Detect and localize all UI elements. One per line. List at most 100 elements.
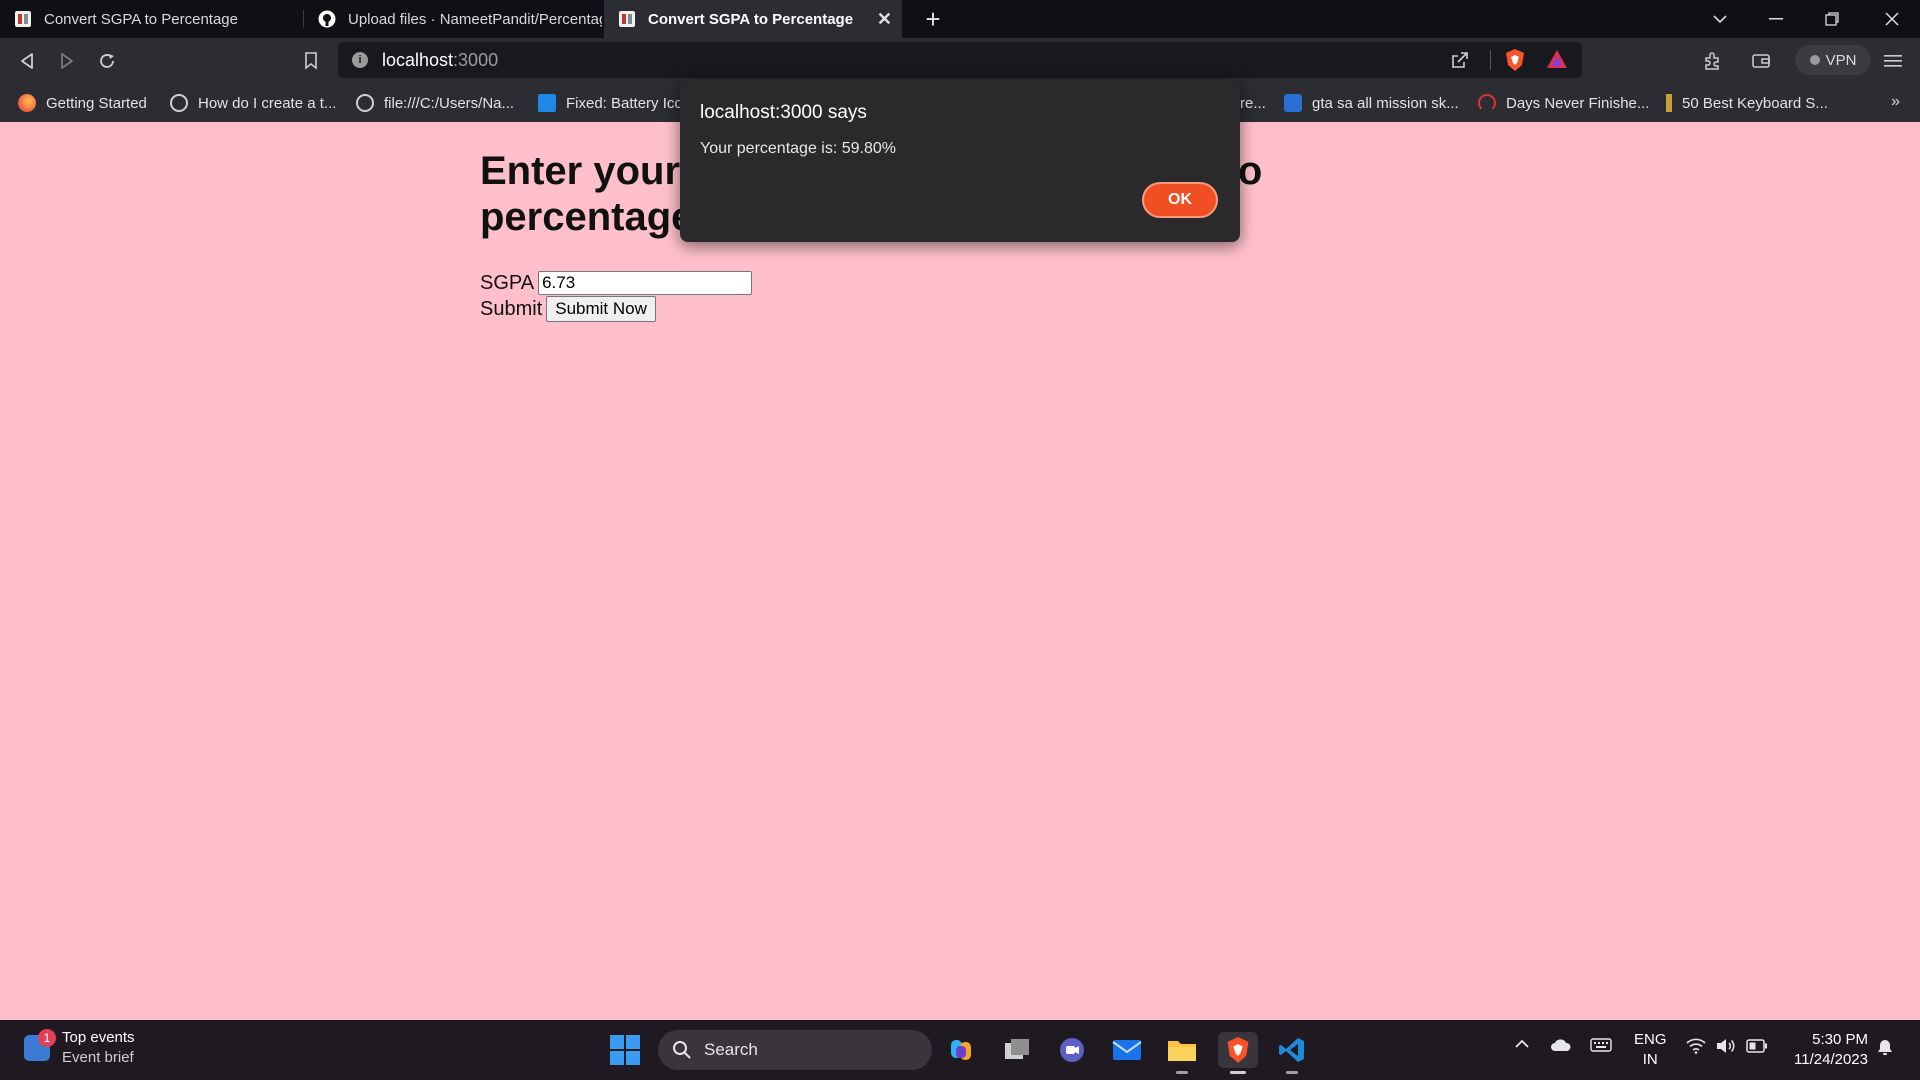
copilot-app-icon[interactable]	[944, 1032, 980, 1068]
browser-toolbar: i localhost:3000 VPN	[0, 38, 1920, 84]
taskbar: 1 Top events Event brief Search ENG IN 5…	[0, 1020, 1920, 1080]
windows-start-icon[interactable]	[610, 1035, 640, 1065]
firefox-icon	[18, 94, 36, 112]
bookmark-icon[interactable]	[296, 46, 326, 76]
bookmark-file-users[interactable]: file:///C:/Users/Na...	[356, 84, 514, 122]
sgpa-label: SGPA	[480, 272, 535, 294]
bookmark-fixed-battery[interactable]: Fixed: Battery Ico	[538, 84, 683, 122]
url-text: localhost:3000	[382, 50, 498, 71]
tab-upload-files[interactable]: Upload files · NameetPandit/Percentag	[304, 0, 602, 38]
tab-title: Upload files · NameetPandit/Percentag	[348, 10, 602, 28]
submit-label: Submit	[480, 298, 543, 320]
bookmark-label: Getting Started	[46, 94, 147, 112]
keyboard-icon[interactable]	[1590, 1038, 1612, 1056]
site-icon	[1666, 94, 1672, 112]
reload-icon[interactable]	[92, 46, 122, 76]
minimize-icon[interactable]	[1748, 0, 1804, 38]
wallet-icon[interactable]	[1746, 46, 1776, 76]
clock-time: 5:30 PM	[1812, 1031, 1868, 1048]
running-indicator	[1176, 1071, 1188, 1074]
vpn-status-icon	[1809, 55, 1820, 65]
tab-title: Convert SGPA to Percentage	[44, 10, 238, 28]
bookmark-partial[interactable]: re...	[1240, 84, 1266, 122]
headphones-icon	[1478, 94, 1496, 112]
bookmark-label: gta sa all mission sk...	[1312, 94, 1459, 112]
menu-hamburger-icon[interactable]	[1878, 46, 1908, 76]
url-port: :3000	[453, 50, 499, 70]
close-window-icon[interactable]	[1864, 0, 1920, 38]
site-icon	[538, 94, 556, 112]
page-favicon-icon	[619, 11, 635, 27]
vpn-label: VPN	[1825, 51, 1857, 69]
notification-badge: 1	[38, 1029, 56, 1047]
bookmark-50-best-keyboard[interactable]: 50 Best Keyboard S...	[1666, 84, 1828, 122]
running-indicator	[1286, 1071, 1298, 1074]
wifi-icon[interactable]	[1686, 1038, 1706, 1058]
bookmark-label: Fixed: Battery Ico	[566, 94, 683, 112]
address-bar[interactable]: i localhost:3000	[338, 42, 1582, 78]
bookmark-how-do-i-create[interactable]: How do I create a t...	[170, 84, 336, 122]
file-explorer-icon[interactable]	[1164, 1032, 1200, 1074]
bookmark-label: Days Never Finishe...	[1506, 94, 1650, 112]
bookmark-label: 50 Best Keyboard S...	[1682, 94, 1828, 112]
widgets-text: Top events Event brief	[62, 1028, 135, 1068]
clock[interactable]: 5:30 PM 11/24/2023	[1788, 1030, 1868, 1070]
widgets-title: Top events	[62, 1029, 135, 1046]
vscode-icon[interactable]	[1274, 1032, 1310, 1074]
extensions-puzzle-icon[interactable]	[1698, 46, 1728, 76]
battery-icon[interactable]	[1746, 1039, 1768, 1057]
url-host: localhost	[382, 50, 454, 70]
tab-list-chevron-icon[interactable]	[1692, 0, 1748, 38]
restore-icon[interactable]	[1804, 0, 1860, 38]
bookmark-gta-sa[interactable]: gta sa all mission sk...	[1284, 84, 1459, 122]
new-tab-plus-icon[interactable]: +	[918, 4, 948, 35]
teams-chat-icon[interactable]	[1054, 1032, 1090, 1068]
tab-title: Convert SGPA to Percentage	[648, 10, 854, 28]
bookmark-label: How do I create a t...	[198, 94, 337, 112]
onedrive-cloud-icon[interactable]	[1550, 1038, 1572, 1056]
bookmark-days-never-finished[interactable]: Days Never Finishe...	[1478, 84, 1649, 122]
widgets-subtitle: Event brief	[62, 1049, 134, 1066]
forward-icon[interactable]	[52, 46, 82, 76]
mail-icon[interactable]	[1109, 1032, 1145, 1068]
alert-title: localhost:3000 says	[700, 102, 867, 123]
volume-icon[interactable]	[1716, 1038, 1736, 1058]
widgets-button[interactable]: 1 Top events Event brief	[24, 1028, 135, 1068]
region-code: IN	[1642, 1051, 1658, 1068]
ok-button[interactable]: OK	[1142, 182, 1218, 218]
taskbar-search[interactable]: Search	[658, 1030, 932, 1070]
clock-date: 11/24/2023	[1794, 1051, 1868, 1068]
task-view-icon[interactable]	[999, 1032, 1035, 1068]
sgpa-input[interactable]	[538, 271, 753, 295]
tab-convert-sgpa-active[interactable]: Convert SGPA to Percentage ✕	[604, 0, 902, 38]
show-hidden-icons-chevron-icon[interactable]	[1514, 1036, 1530, 1053]
submit-now-button[interactable]: Submit Now	[546, 296, 656, 322]
vpn-button[interactable]: VPN	[1795, 45, 1871, 75]
search-icon	[673, 1041, 691, 1059]
globe-icon	[170, 94, 188, 112]
brave-rewards-icon[interactable]	[1546, 49, 1568, 74]
sgpa-form: SGPA Submit Submit Now	[480, 270, 1440, 322]
site-info-icon[interactable]: i	[352, 52, 368, 68]
globe-icon	[356, 94, 374, 112]
brave-shields-icon[interactable]	[1504, 48, 1526, 77]
more-bookmarks-icon[interactable]: »	[1891, 93, 1900, 111]
notification-bell-icon[interactable]	[1876, 1038, 1894, 1060]
submit-row: Submit Submit Now	[480, 296, 1440, 322]
back-icon[interactable]	[12, 46, 42, 76]
language-indicator[interactable]: ENG IN	[1634, 1030, 1667, 1070]
brave-browser-icon[interactable]	[1218, 1032, 1258, 1074]
widgets-icon: 1	[24, 1029, 56, 1061]
bookmark-label: file:///C:/Users/Na...	[384, 94, 515, 112]
share-icon[interactable]	[1450, 50, 1470, 75]
tab-convert-sgpa-1[interactable]: Convert SGPA to Percentage	[0, 0, 300, 38]
page-favicon-icon	[15, 11, 31, 27]
sgpa-row: SGPA	[480, 270, 1440, 296]
language-code: ENG	[1634, 1031, 1667, 1048]
bookmark-label: re...	[1240, 94, 1266, 112]
running-indicator	[1230, 1071, 1246, 1074]
bookmark-getting-started[interactable]: Getting Started	[18, 84, 147, 122]
close-icon[interactable]: ✕	[877, 9, 892, 30]
divider	[1490, 50, 1491, 70]
alert-dialog: localhost:3000 says Your percentage is: …	[680, 80, 1240, 242]
